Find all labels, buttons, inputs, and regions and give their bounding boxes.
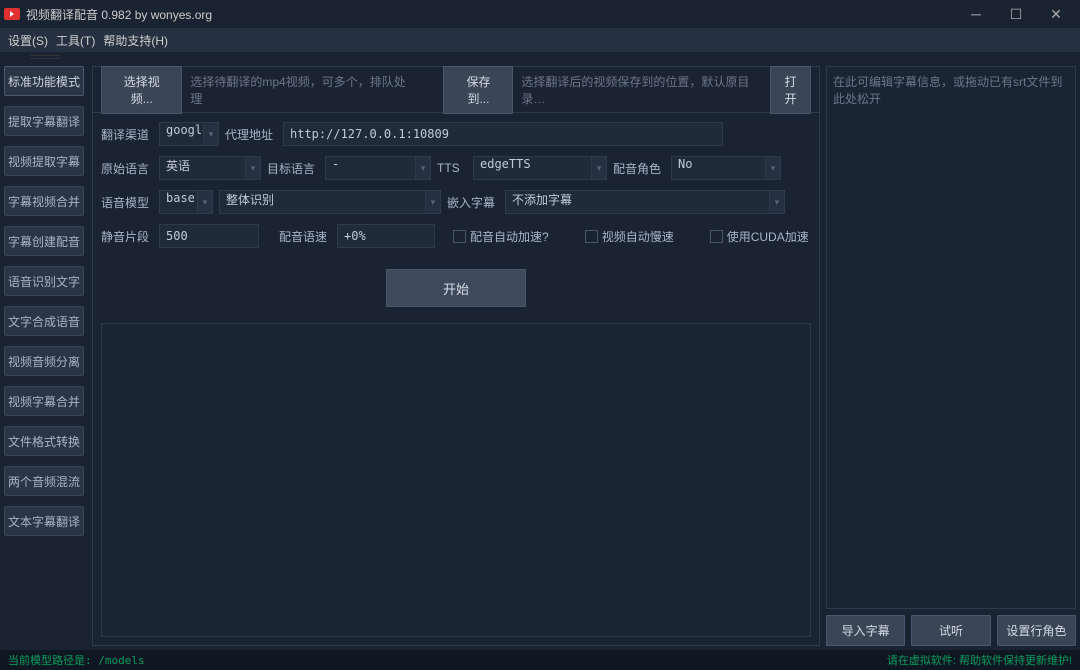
- embed-select[interactable]: 不添加字幕: [505, 190, 769, 214]
- tts-label: TTS: [437, 161, 467, 175]
- listen-button[interactable]: 试听: [911, 615, 990, 646]
- sidebar-item-vs-merge[interactable]: 视频字幕合并: [4, 386, 84, 416]
- status-right: 请在虚拟软件: 帮助软件保持更新维护!: [887, 652, 1072, 668]
- auto-slow-label: 视频自动慢速: [602, 228, 674, 245]
- sidebar-item-av-sep[interactable]: 视频音频分离: [4, 346, 84, 376]
- sidebar-item-extract-trans[interactable]: 提取字幕翻译: [4, 106, 84, 136]
- chevron-down-icon[interactable]: ▾: [425, 190, 441, 214]
- maximize-button[interactable]: ☐: [996, 0, 1036, 28]
- chevron-down-icon[interactable]: ▾: [591, 156, 607, 180]
- minimize-button[interactable]: ─: [956, 0, 996, 28]
- sidebar-item-tts[interactable]: 文字合成语音: [4, 306, 84, 336]
- silence-label: 静音片段: [101, 228, 153, 245]
- role-select[interactable]: No: [671, 156, 765, 180]
- chevron-down-icon[interactable]: ▾: [197, 190, 213, 214]
- select-video-hint: 选择待翻译的mp4视频，可多个，排队处理: [190, 73, 407, 107]
- sidebar-item-standard[interactable]: 标准功能模式: [4, 66, 84, 96]
- start-button[interactable]: 开始: [386, 269, 526, 307]
- menu-help[interactable]: 帮助支持(H): [103, 32, 168, 49]
- chevron-down-icon[interactable]: ▾: [203, 122, 219, 146]
- auto-slow-checkbox[interactable]: 视频自动慢速: [585, 228, 674, 245]
- model-label: 语音模型: [101, 194, 153, 211]
- srclang-select[interactable]: 英语: [159, 156, 245, 180]
- log-area: [101, 323, 811, 637]
- srclang-label: 原始语言: [101, 160, 153, 177]
- proxy-input[interactable]: [283, 122, 723, 146]
- set-line-role-button[interactable]: 设置行角色: [997, 615, 1076, 646]
- close-button[interactable]: ✕: [1036, 0, 1076, 28]
- chevron-down-icon[interactable]: ▾: [245, 156, 261, 180]
- sidebar-item-sub-merge[interactable]: 字幕视频合并: [4, 186, 84, 216]
- tgtlang-label: 目标语言: [267, 160, 319, 177]
- silence-input[interactable]: [159, 224, 259, 248]
- model-select[interactable]: base: [159, 190, 197, 214]
- chevron-down-icon[interactable]: ▾: [769, 190, 785, 214]
- sidebar-item-video-extract[interactable]: 视频提取字幕: [4, 146, 84, 176]
- proxy-label: 代理地址: [225, 126, 277, 143]
- sidebar: 标准功能模式 提取字幕翻译 视频提取字幕 字幕视频合并 字幕创建配音 语音识别文…: [0, 62, 88, 650]
- chevron-down-icon[interactable]: ▾: [415, 156, 431, 180]
- sidebar-item-text-trans[interactable]: 文本字幕翻译: [4, 506, 84, 536]
- import-subtitle-button[interactable]: 导入字幕: [826, 615, 905, 646]
- speed-label: 配音语速: [279, 228, 331, 245]
- save-to-button[interactable]: 保存到...: [443, 66, 513, 114]
- window-title: 视频翻译配音 0.982 by wonyes.org: [26, 6, 956, 23]
- cuda-label: 使用CUDA加速: [727, 228, 809, 245]
- role-label: 配音角色: [613, 160, 665, 177]
- auto-accel-label: 配音自动加速?: [470, 228, 549, 245]
- sidebar-item-convert[interactable]: 文件格式转换: [4, 426, 84, 456]
- tts-select[interactable]: edgeTTS: [473, 156, 591, 180]
- menu-settings[interactable]: 设置(S): [8, 32, 48, 49]
- sidebar-item-sub-dub[interactable]: 字幕创建配音: [4, 226, 84, 256]
- channel-label: 翻译渠道: [101, 126, 153, 143]
- chevron-down-icon[interactable]: ▾: [765, 156, 781, 180]
- recognize-select[interactable]: 整体识别: [219, 190, 425, 214]
- menu-tools[interactable]: 工具(T): [56, 32, 95, 49]
- speed-input[interactable]: [337, 224, 435, 248]
- drag-handle-icon: [30, 55, 60, 59]
- cuda-checkbox[interactable]: 使用CUDA加速: [710, 228, 809, 245]
- save-to-hint: 选择翻译后的视频保存到的位置，默认原目录…: [521, 73, 762, 107]
- status-left: 当前模型路径是: /models: [8, 652, 145, 668]
- channel-select[interactable]: google: [159, 122, 203, 146]
- select-video-button[interactable]: 选择视频...: [101, 66, 182, 114]
- subtitle-edit-area[interactable]: 在此可编辑字幕信息，或拖动已有srt文件到此处松开: [826, 66, 1076, 609]
- open-button[interactable]: 打开: [770, 66, 811, 114]
- app-icon: [4, 8, 20, 20]
- sidebar-item-asr[interactable]: 语音识别文字: [4, 266, 84, 296]
- sidebar-item-mix[interactable]: 两个音频混流: [4, 466, 84, 496]
- embed-label: 嵌入字幕: [447, 194, 499, 211]
- tgtlang-select[interactable]: -: [325, 156, 415, 180]
- auto-accel-checkbox[interactable]: 配音自动加速?: [453, 228, 549, 245]
